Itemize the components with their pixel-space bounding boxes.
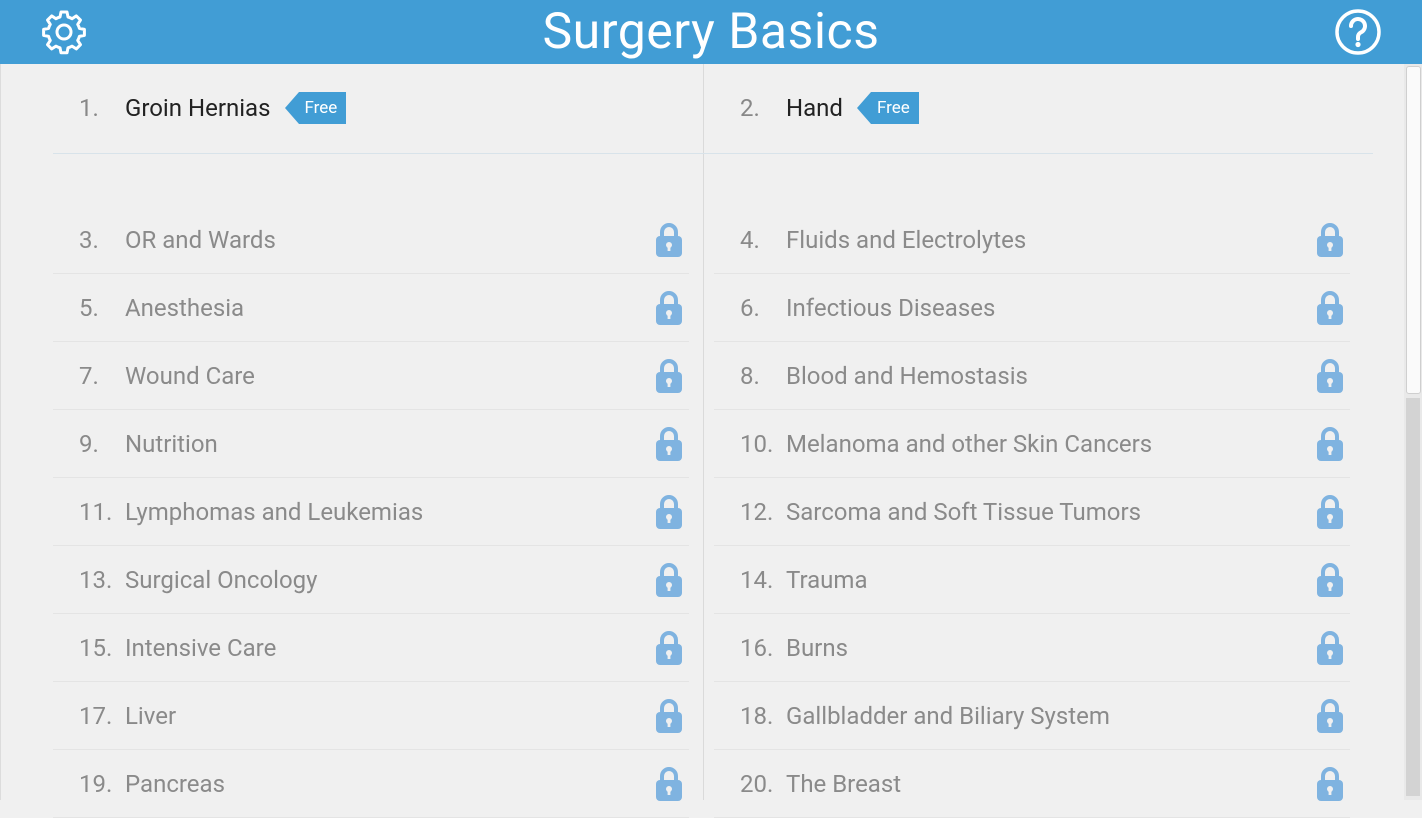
lock-icon xyxy=(655,630,683,666)
lock-icon xyxy=(1316,698,1344,734)
lock-icon xyxy=(1316,766,1344,802)
chapter-number: 14. xyxy=(740,565,774,594)
chapter-number: 8. xyxy=(740,361,760,390)
chapter-number: 15. xyxy=(79,633,113,662)
chapter-title: The Breast xyxy=(786,769,902,798)
chapter-number: 5. xyxy=(79,293,99,322)
free-badge-label: Free xyxy=(298,92,347,124)
chapter-item-locked[interactable]: 11. Lymphomas and Leukemias xyxy=(53,478,689,546)
chapter-item-locked[interactable]: 16. Burns xyxy=(714,614,1350,682)
chapter-number: 3. xyxy=(79,225,99,254)
chapter-item-locked[interactable]: 17. Liver xyxy=(53,682,689,750)
chapter-title: OR and Wards xyxy=(125,225,276,254)
lock-icon xyxy=(1316,222,1344,258)
chapter-item-free[interactable]: 1. Groin Hernias Free xyxy=(53,78,703,138)
chapter-title: Anesthesia xyxy=(125,293,245,322)
chapter-title: Lymphomas and Leukemias xyxy=(125,497,424,526)
chapter-title: Blood and Hemostasis xyxy=(786,361,1028,390)
locked-chapters-left: 3. OR and Wards 5. Anesthesia 7. Wound Care 9.… xyxy=(53,206,689,818)
chapter-number: 13. xyxy=(79,565,113,594)
section-divider xyxy=(53,153,1373,154)
chapter-item-locked[interactable]: 8. Blood and Hemostasis xyxy=(714,342,1350,410)
chapter-item-locked[interactable]: 3. OR and Wards xyxy=(53,206,689,274)
chapter-title: Fluids and Electrolytes xyxy=(786,225,1027,254)
chapter-title: Surgical Oncology xyxy=(125,565,318,594)
chapter-item-locked[interactable]: 15. Intensive Care xyxy=(53,614,689,682)
page-title: Surgery Basics xyxy=(542,3,880,61)
locked-chapters-right: 4. Fluids and Electrolytes 6. Infectious Di… xyxy=(714,206,1350,818)
free-badge-label: Free xyxy=(870,92,919,124)
chapter-item-locked[interactable]: 18. Gallbladder and Biliary System xyxy=(714,682,1350,750)
chapter-title: Liver xyxy=(125,701,177,730)
chapter-item-locked[interactable]: 4. Fluids and Electrolytes xyxy=(714,206,1350,274)
lock-icon xyxy=(655,222,683,258)
chapter-number: 16. xyxy=(740,633,774,662)
lock-icon xyxy=(655,766,683,802)
chapter-number: 6. xyxy=(740,293,760,322)
chapter-item-locked[interactable]: 6. Infectious Diseases xyxy=(714,274,1350,342)
chapter-number: 17. xyxy=(79,701,113,730)
chapter-number: 12. xyxy=(740,497,774,526)
lock-icon xyxy=(1316,358,1344,394)
chapter-item-locked[interactable]: 9. Nutrition xyxy=(53,410,689,478)
chapter-number: 19. xyxy=(79,769,113,798)
chapter-item-locked[interactable]: 14. Trauma xyxy=(714,546,1350,614)
lock-icon xyxy=(1316,290,1344,326)
chapter-number: 20. xyxy=(740,769,774,798)
lock-icon xyxy=(655,290,683,326)
chapter-title: Nutrition xyxy=(125,429,218,458)
chapter-title: Trauma xyxy=(786,565,868,594)
chapter-item-locked[interactable]: 13. Surgical Oncology xyxy=(53,546,689,614)
lock-icon xyxy=(1316,426,1344,462)
chapter-title: Intensive Care xyxy=(125,633,277,662)
chapter-item-free[interactable]: 2. Hand Free xyxy=(714,78,1374,138)
lock-icon xyxy=(1316,562,1344,598)
lock-icon xyxy=(1316,494,1344,530)
scrollbar[interactable] xyxy=(1404,64,1422,800)
scrollbar-track[interactable] xyxy=(1406,398,1420,796)
help-icon xyxy=(1335,9,1381,55)
chapter-title: Pancreas xyxy=(125,769,225,798)
chapter-number: 9. xyxy=(79,429,99,458)
lock-icon xyxy=(655,426,683,462)
free-badge: Free xyxy=(284,92,347,124)
chapter-item-locked[interactable]: 10. Melanoma and other Skin Cancers xyxy=(714,410,1350,478)
chapter-number: 18. xyxy=(740,701,774,730)
lock-icon xyxy=(655,358,683,394)
scrollbar-thumb[interactable] xyxy=(1406,66,1421,394)
chapter-item-locked[interactable]: 5. Anesthesia xyxy=(53,274,689,342)
chapter-title: Hand xyxy=(786,94,843,122)
chapter-item-locked[interactable]: 12. Sarcoma and Soft Tissue Tumors xyxy=(714,478,1350,546)
help-button[interactable] xyxy=(1334,8,1382,56)
chapter-title: Groin Hernias xyxy=(125,94,271,122)
free-badge: Free xyxy=(856,92,919,124)
chapter-number: 2. xyxy=(740,94,760,122)
lock-icon xyxy=(655,562,683,598)
chapter-title: Melanoma and other Skin Cancers xyxy=(786,429,1153,458)
chapter-title: Sarcoma and Soft Tissue Tumors xyxy=(786,497,1141,526)
chapter-title: Burns xyxy=(786,633,848,662)
chapter-number: 7. xyxy=(79,361,99,390)
chapter-number: 1. xyxy=(79,94,99,122)
chapter-list: 1. Groin Hernias Free 2. Hand Free 3. OR … xyxy=(0,64,1405,818)
lock-icon xyxy=(655,698,683,734)
chapter-item-locked[interactable]: 7. Wound Care xyxy=(53,342,689,410)
lock-icon xyxy=(1316,630,1344,666)
app-header: Surgery Basics xyxy=(0,0,1422,64)
chapter-number: 11. xyxy=(79,497,113,526)
chapter-item-locked[interactable]: 19. Pancreas xyxy=(53,750,689,818)
chapter-title: Gallbladder and Biliary System xyxy=(786,701,1110,730)
chapter-number: 10. xyxy=(740,429,774,458)
column-divider xyxy=(703,64,704,800)
lock-icon xyxy=(655,494,683,530)
chapter-title: Wound Care xyxy=(125,361,255,390)
chapter-item-locked[interactable]: 20. The Breast xyxy=(714,750,1350,818)
chapter-number: 4. xyxy=(740,225,760,254)
chapter-title: Infectious Diseases xyxy=(786,293,996,322)
